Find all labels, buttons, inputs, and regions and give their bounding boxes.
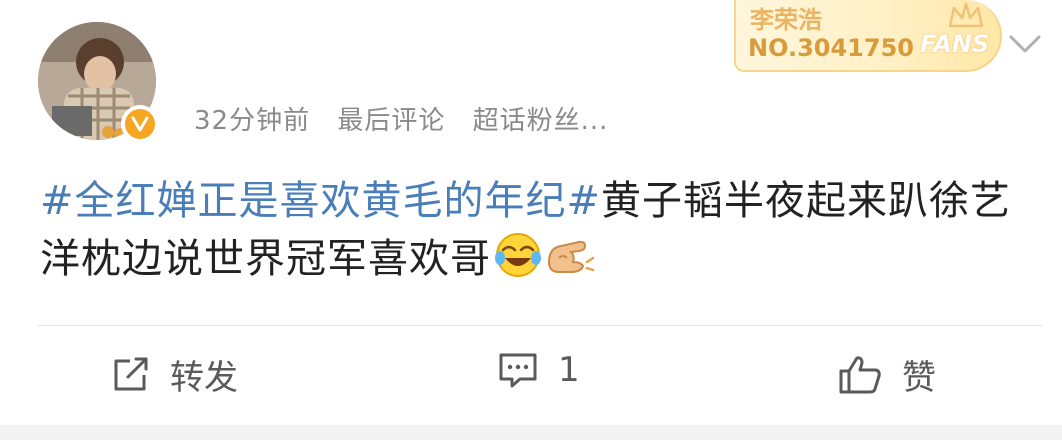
comment-icon [498, 352, 538, 388]
repost-icon [112, 357, 150, 393]
comment-time: 32分钟前 [194, 106, 311, 136]
comment-button[interactable]: 1 [498, 350, 580, 390]
like-label: 赞 [902, 358, 936, 398]
divider [38, 325, 1042, 326]
bottom-strip [0, 425, 1062, 440]
last-comment-label: 最后评论 [337, 106, 446, 136]
supertopic-fan-label: 超话粉丝... [472, 106, 609, 136]
verified-badge [121, 105, 159, 143]
pointing-hand-emoji [545, 232, 595, 294]
topic-link[interactable]: #全红婵正是喜欢黄毛的年纪# [40, 178, 601, 224]
fans-badge-name: 李荣浩 [750, 6, 822, 34]
repost-button[interactable]: 转发 [112, 350, 238, 399]
laugh-cry-emoji [495, 232, 541, 294]
chevron-down-icon[interactable] [1008, 32, 1042, 56]
fans-badge-tag: FANS [920, 30, 990, 58]
thumbs-up-icon [838, 355, 882, 395]
weibo-comment-card: 32分钟前 最后评论 超话粉丝... 李荣浩 NO.3041750 FANS #… [0, 0, 1062, 440]
fans-badge[interactable]: 李荣浩 NO.3041750 FANS [734, 0, 1002, 72]
verified-v-icon [125, 109, 155, 139]
like-button[interactable]: 赞 [838, 350, 936, 399]
repost-label: 转发 [170, 358, 238, 398]
fans-badge-number: NO.3041750 [748, 34, 914, 62]
comment-text: #全红婵正是喜欢黄毛的年纪#黄子韬半夜起来趴徐艺洋枕边说世界冠军喜欢哥 [40, 172, 1030, 294]
comment-meta: 32分钟前 最后评论 超话粉丝... [194, 100, 626, 137]
comment-count: 1 [558, 350, 580, 390]
